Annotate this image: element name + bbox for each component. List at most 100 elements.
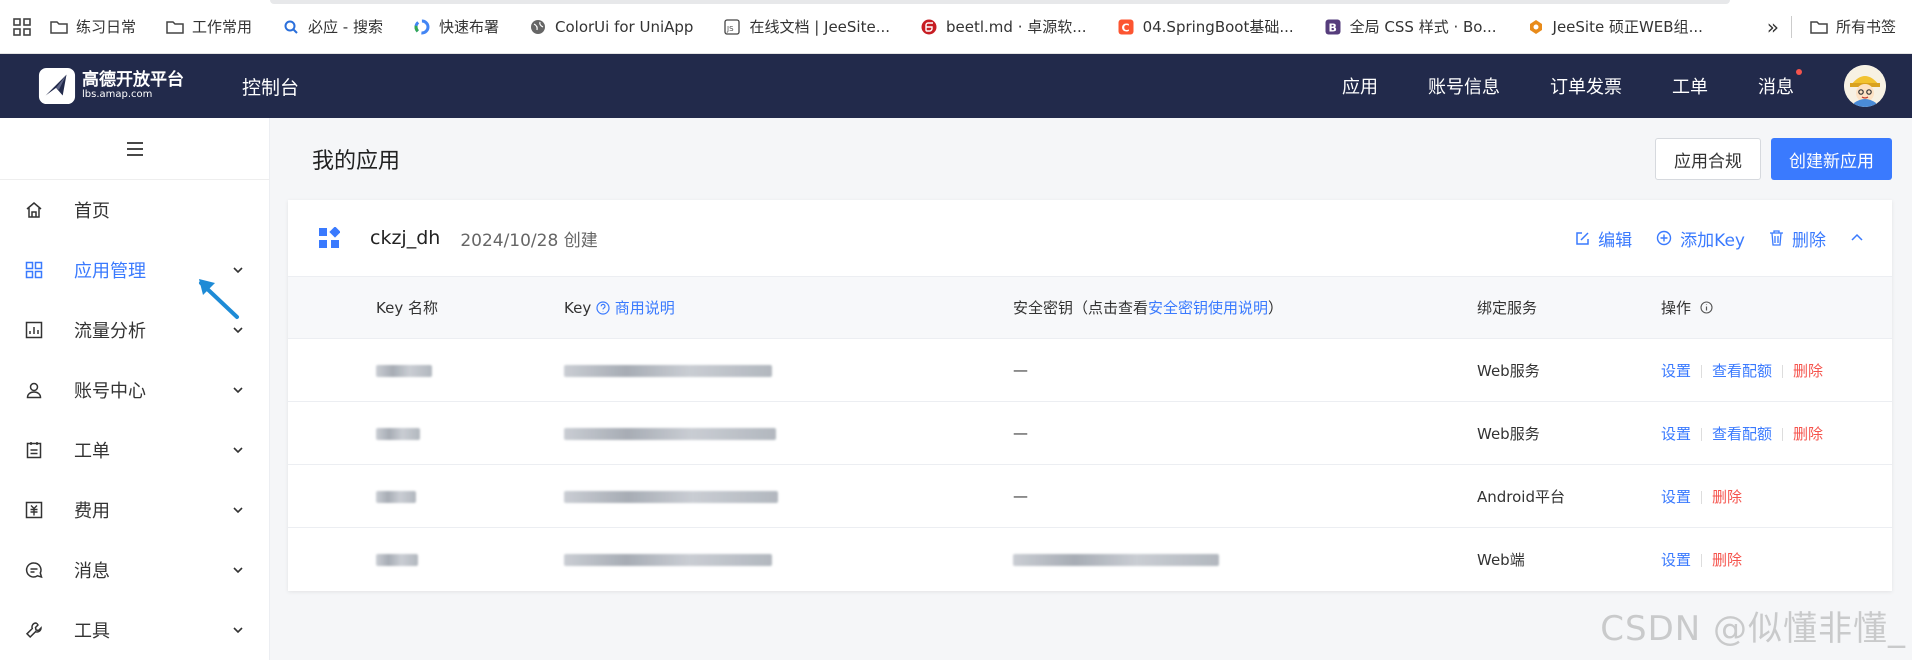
bookmark-label: 必应 - 搜索 bbox=[308, 18, 383, 36]
app-card-header: ckzj_dh 2024/10/28 创建 编辑 添加Key 删除 bbox=[288, 200, 1892, 276]
app-name: ckzj_dh bbox=[370, 227, 441, 249]
delete-app-button[interactable]: 删除 bbox=[1769, 226, 1826, 251]
bookmarks-more-button[interactable]: » bbox=[1767, 15, 1779, 39]
bootstrap-icon: B bbox=[1324, 18, 1342, 36]
all-bookmarks-button[interactable]: 所有书签 bbox=[1810, 16, 1896, 37]
chart-icon bbox=[24, 320, 44, 340]
col-key-label: Key bbox=[564, 299, 592, 317]
avatar[interactable] bbox=[1844, 65, 1886, 107]
ops-cell: 设置 删除 bbox=[1661, 464, 1892, 528]
delete-key-link[interactable]: 删除 bbox=[1793, 362, 1823, 380]
nav-orders[interactable]: 订单发票 bbox=[1550, 73, 1622, 99]
delete-label: 删除 bbox=[1792, 230, 1826, 251]
google-icon bbox=[413, 18, 431, 36]
secret-cell bbox=[1013, 527, 1477, 591]
redacted-key-name bbox=[376, 553, 418, 566]
secret-cell: — bbox=[1013, 338, 1477, 402]
sidebar-item[interactable]: 费用 bbox=[0, 480, 269, 540]
bookmark-label: 工作常用 bbox=[192, 18, 253, 36]
col-key: Key 商用说明 bbox=[564, 276, 1013, 339]
settings-link[interactable]: 设置 bbox=[1661, 551, 1691, 569]
bookmark-item[interactable]: beetl.md · 卓源软... bbox=[920, 16, 1087, 37]
key-name-cell bbox=[288, 527, 564, 591]
delete-key-link[interactable]: 删除 bbox=[1712, 488, 1742, 506]
nav-account[interactable]: 账号信息 bbox=[1428, 73, 1500, 99]
redacted-key bbox=[564, 553, 772, 566]
svg-text:C: C bbox=[1121, 21, 1129, 34]
gitee-icon bbox=[920, 18, 938, 36]
sidebar-item[interactable]: 账号中心 bbox=[0, 360, 269, 420]
bookmark-item[interactable]: C 04.SpringBoot基础... bbox=[1117, 16, 1294, 37]
service-cell: Web端 bbox=[1477, 527, 1661, 591]
quota-link[interactable]: 查看配额 bbox=[1712, 362, 1772, 380]
nav-messages-label: 消息 bbox=[1758, 77, 1794, 98]
col-ops: 操作 bbox=[1661, 276, 1892, 339]
menu-toggle[interactable] bbox=[0, 118, 269, 180]
sidebar-item-label: 首页 bbox=[74, 201, 110, 222]
top-navbar: 高德开放平台 lbs.amap.com 控制台 应用 账号信息 订单发票 工单 … bbox=[0, 54, 1912, 118]
page-title: 我的应用 bbox=[312, 149, 401, 174]
commercial-info-link[interactable]: 商用说明 bbox=[596, 299, 675, 317]
sidebar-item[interactable]: 工具 bbox=[0, 600, 269, 660]
chevron-down-icon bbox=[233, 567, 243, 574]
ticket-icon bbox=[24, 440, 44, 460]
edit-app-button[interactable]: 编辑 bbox=[1575, 226, 1632, 251]
page-header: 我的应用 应用合规 创建新应用 bbox=[288, 118, 1892, 200]
home-icon bbox=[24, 200, 44, 220]
op-divider bbox=[1701, 490, 1703, 504]
info-icon[interactable] bbox=[1700, 301, 1713, 314]
settings-link[interactable]: 设置 bbox=[1661, 425, 1691, 443]
redacted-key-name bbox=[376, 364, 432, 377]
user-icon bbox=[24, 380, 44, 400]
key-cell bbox=[564, 401, 1013, 465]
sidebar-item[interactable]: 工单 bbox=[0, 420, 269, 480]
create-app-button[interactable]: 创建新应用 bbox=[1771, 138, 1892, 180]
app-compliance-button[interactable]: 应用合规 bbox=[1655, 138, 1761, 180]
sidebar-item[interactable]: 首页 bbox=[0, 180, 269, 240]
bookmark-item[interactable]: 练习日常 bbox=[50, 16, 136, 37]
settings-link[interactable]: 设置 bbox=[1661, 488, 1691, 506]
plus-circle-icon bbox=[1656, 230, 1672, 246]
bookmark-item[interactable]: B 全局 CSS 样式 · Bo... bbox=[1324, 16, 1497, 37]
commercial-info-label: 商用说明 bbox=[614, 299, 675, 317]
bookmark-item[interactable]: 快速布署 bbox=[413, 16, 499, 37]
key-name-cell bbox=[288, 338, 564, 402]
app-created-date: 2024/10/28 创建 bbox=[460, 230, 598, 251]
annotation-arrow-icon bbox=[199, 279, 239, 319]
delete-key-link[interactable]: 删除 bbox=[1793, 425, 1823, 443]
table-row: — Web服务 设置 查看配额 删除 bbox=[288, 401, 1892, 465]
bookmark-item[interactable]: ColorUi for UniApp bbox=[529, 18, 693, 36]
chevron-up-icon bbox=[1851, 233, 1863, 241]
console-link[interactable]: 控制台 bbox=[242, 73, 299, 100]
folder-icon bbox=[1810, 18, 1828, 36]
bookmark-item[interactable]: 必应 - 搜索 bbox=[282, 16, 383, 37]
bookmark-item[interactable]: 工作常用 bbox=[166, 16, 252, 37]
message-icon bbox=[24, 560, 44, 580]
secret-doc-link[interactable]: 安全密钥使用说明 bbox=[1148, 299, 1268, 317]
bookmark-label: 04.SpringBoot基础... bbox=[1142, 18, 1294, 36]
add-key-button[interactable]: 添加Key bbox=[1656, 226, 1745, 251]
ops-cell: 设置 查看配额 删除 bbox=[1661, 401, 1892, 465]
delete-key-link[interactable]: 删除 bbox=[1712, 551, 1742, 569]
app-card: ckzj_dh 2024/10/28 创建 编辑 添加Key 删除 Key 名称… bbox=[288, 200, 1892, 591]
nav-messages[interactable]: 消息 bbox=[1758, 69, 1802, 99]
bookmark-item[interactable]: JeeSite 硕正WEB组... bbox=[1527, 16, 1703, 37]
bookmark-item[interactable]: JS 在线文档 | JeeSite... bbox=[723, 16, 890, 37]
nav-apps[interactable]: 应用 bbox=[1342, 73, 1378, 99]
grid-icon bbox=[24, 260, 44, 280]
table-row: — Android平台 设置 删除 bbox=[288, 464, 1892, 528]
brand-logo[interactable]: 高德开放平台 lbs.amap.com bbox=[38, 67, 228, 105]
settings-link[interactable]: 设置 bbox=[1661, 362, 1691, 380]
op-divider bbox=[1782, 427, 1784, 441]
all-bookmarks-label: 所有书签 bbox=[1835, 18, 1896, 36]
quota-link[interactable]: 查看配额 bbox=[1712, 425, 1772, 443]
collapse-button[interactable] bbox=[1850, 231, 1864, 245]
apps-grid-icon[interactable] bbox=[8, 13, 36, 41]
nav-tickets[interactable]: 工单 bbox=[1672, 73, 1708, 99]
sidebar-item[interactable]: 消息 bbox=[0, 540, 269, 600]
service-cell: Web服务 bbox=[1477, 401, 1661, 465]
redacted-key bbox=[564, 427, 776, 440]
secret-value: — bbox=[1013, 361, 1028, 379]
redacted-secret bbox=[1013, 553, 1219, 566]
key-cell bbox=[564, 338, 1013, 402]
